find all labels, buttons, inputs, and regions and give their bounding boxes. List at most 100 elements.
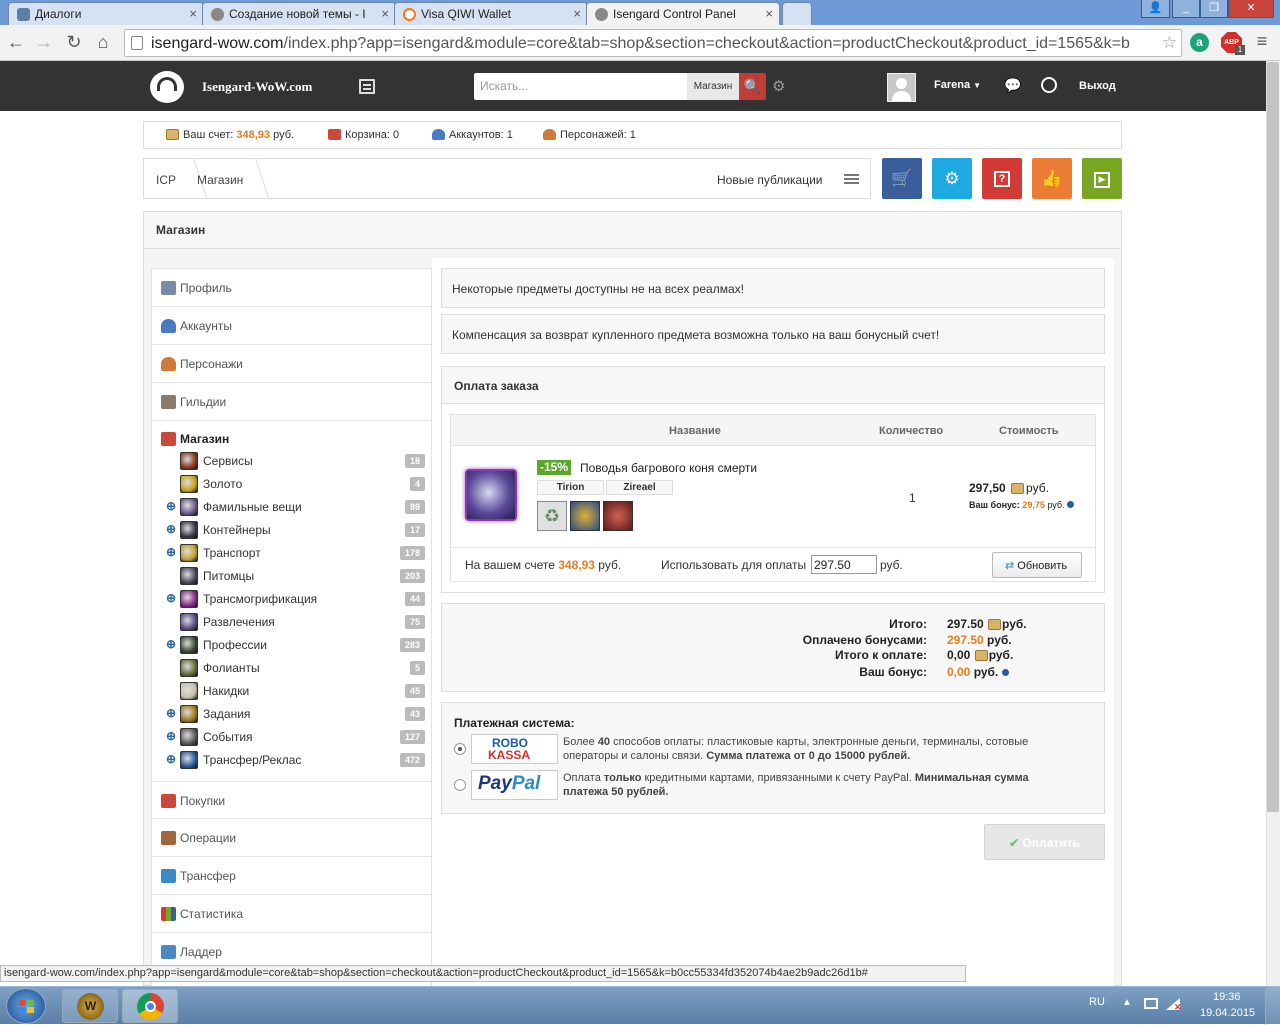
sidebar-item-purchases[interactable]: Покупки (152, 781, 431, 819)
user-icon[interactable]: 👤 (1141, 0, 1170, 18)
sidebar-item-accounts[interactable]: Аккаунты (152, 307, 431, 345)
shop-category-item[interactable]: ⊕ Транспорт 178 (152, 542, 431, 565)
maximize-button[interactable]: ❐ (1200, 0, 1228, 18)
expand-icon[interactable]: ⊕ (166, 499, 176, 513)
quick-button-like[interactable]: 👍 (1032, 158, 1072, 199)
shop-category-item[interactable]: ⊕ Контейнеры 17 (152, 519, 431, 542)
browser-tab-new-topic[interactable]: Создание новой темы - I × (202, 2, 396, 25)
sidebar-item-statistics[interactable]: Статистика (152, 895, 431, 933)
paypal-logo[interactable]: PayPal (471, 770, 558, 800)
avatar[interactable] (887, 73, 916, 102)
start-button[interactable] (6, 988, 46, 1024)
search-button[interactable]: 🔍 (739, 73, 766, 100)
list-icon[interactable] (844, 174, 859, 184)
isengard-icon (211, 8, 224, 21)
robokassa-radio[interactable] (454, 743, 466, 755)
extension-grammarly-icon[interactable]: a (1190, 33, 1209, 52)
shop-category-item[interactable]: ⊕ Профессии 283 (152, 634, 431, 657)
logout-link[interactable]: Выход (1079, 80, 1116, 92)
show-desktop-button[interactable] (1265, 987, 1280, 1025)
expand-icon[interactable]: ⊕ (166, 522, 176, 536)
sidebar-item-characters[interactable]: Персонажи (152, 345, 431, 383)
close-icon[interactable]: × (765, 6, 773, 21)
quick-button-play[interactable]: ▶ (1082, 158, 1122, 199)
forward-icon[interactable]: → (34, 32, 54, 52)
expand-icon[interactable]: ⊕ (166, 706, 176, 720)
your-bonus-label: Ваш бонус: (859, 665, 927, 679)
reload-icon[interactable]: ↻ (64, 32, 84, 52)
quick-button-help[interactable]: ? (982, 158, 1022, 199)
pay-button[interactable]: ✔ Оплатить (984, 824, 1105, 860)
use-unit: руб. (880, 558, 903, 572)
close-icon[interactable]: × (189, 6, 197, 21)
sidebar-item-transfer[interactable]: Трансфер (152, 857, 431, 895)
tray-expand-icon[interactable]: ▲ (1122, 997, 1132, 1008)
cart-info[interactable]: Корзина: 0 (328, 129, 399, 141)
expand-icon[interactable]: ⊕ (166, 545, 176, 559)
shop-category-item[interactable]: Питомцы 203 (152, 565, 431, 588)
search-options-gear-icon[interactable]: ⚙ (772, 77, 785, 95)
action-center-icon[interactable] (1144, 998, 1158, 1009)
window-close-button[interactable]: ✕ (1228, 0, 1274, 18)
language-indicator[interactable]: RU (1089, 996, 1105, 1008)
accounts-info[interactable]: Аккаунтов: 1 (432, 129, 513, 141)
new-posts-link[interactable]: Новые публикации (717, 173, 823, 187)
address-bar[interactable]: isengard-wow.com/index.php?app=isengard&… (124, 29, 1182, 57)
quick-button-cart[interactable]: 🛒 (882, 158, 922, 199)
expand-icon[interactable]: ⊕ (166, 752, 176, 766)
quick-button-settings[interactable]: ⚙ (932, 158, 972, 199)
scrollbar-thumb[interactable] (1267, 62, 1279, 812)
bookmark-star-icon[interactable]: ☆ (1162, 33, 1177, 53)
expand-icon[interactable]: ⊕ (166, 637, 176, 651)
sidebar-item-operations[interactable]: Операции (152, 819, 431, 857)
breadcrumb-item-icp[interactable]: ICP (156, 173, 176, 187)
expand-icon[interactable]: ⊕ (166, 591, 176, 605)
shop-category-item[interactable]: ⊕ Трансмогрификация 44 (152, 588, 431, 611)
search-scope-select[interactable]: Магазин (687, 73, 739, 100)
taskbar-app-chrome[interactable] (122, 989, 178, 1023)
sidebar-item-shop[interactable]: Магазин (180, 432, 229, 446)
globe-icon[interactable] (1041, 77, 1057, 93)
product-image[interactable] (465, 469, 517, 521)
home-icon[interactable]: ⌂ (93, 32, 113, 52)
back-icon[interactable]: ← (6, 32, 26, 52)
shop-category-item[interactable]: Развлечения 75 (152, 611, 431, 634)
shop-category-item[interactable]: Накидки 45 (152, 680, 431, 703)
product-name[interactable]: Поводья багрового коня смерти (580, 461, 757, 475)
shop-category-item[interactable]: ⊕ События 127 (152, 726, 431, 749)
browser-tab-qiwi[interactable]: Visa QIWI Wallet × (394, 2, 588, 25)
taskbar-app-wow[interactable]: W (62, 989, 118, 1023)
close-icon[interactable]: × (573, 6, 581, 21)
paypal-radio[interactable] (454, 779, 466, 791)
shop-category-item[interactable]: Сервисы 18 (152, 450, 431, 473)
menu-toggle-icon[interactable] (359, 79, 375, 94)
expand-icon[interactable]: ⊕ (166, 729, 176, 743)
shop-category-item[interactable]: ⊕ Фамильные вещи 89 (152, 496, 431, 519)
shop-category-item[interactable]: Золото 4 (152, 473, 431, 496)
site-name[interactable]: Isengard-WoW.com (202, 79, 312, 95)
username-menu[interactable]: Farena ▼ (934, 79, 981, 91)
breadcrumb-item-shop[interactable]: Магазин (197, 173, 243, 187)
site-logo-icon[interactable] (150, 71, 184, 103)
new-tab-button[interactable] (782, 2, 812, 25)
clock-date[interactable]: 19.04.2015 (1200, 1007, 1255, 1019)
minimize-button[interactable]: _ (1172, 0, 1200, 18)
shop-category-item[interactable]: Фолианты 5 (152, 657, 431, 680)
info-icon[interactable] (1001, 669, 1009, 676)
sidebar-item-profile[interactable]: Профиль (152, 269, 431, 307)
close-icon[interactable]: × (381, 6, 389, 21)
info-icon[interactable] (1067, 501, 1075, 508)
shop-category-item[interactable]: ⊕ Задания 43 (152, 703, 431, 726)
shop-category-item[interactable]: ⊕ Трансфер/Реклас 472 (152, 749, 431, 772)
characters-info[interactable]: Персонажей: 1 (543, 129, 636, 141)
messages-icon[interactable]: 💬 (1004, 77, 1021, 94)
search-input[interactable]: Искать... (474, 73, 688, 100)
browser-tab-isengard-cp[interactable]: Isengard Control Panel × (586, 2, 780, 25)
use-for-payment-input[interactable] (811, 555, 877, 574)
sidebar-item-guilds[interactable]: Гильдии (152, 383, 431, 421)
refresh-button[interactable]: ⇄ Обновить (992, 552, 1082, 578)
browser-tab-dialogs[interactable]: Диалоги × (8, 2, 204, 25)
clock-time[interactable]: 19:36 (1213, 991, 1241, 1003)
robokassa-logo[interactable]: ROBO KASSA (471, 734, 558, 764)
menu-icon[interactable]: ≡ (1252, 31, 1272, 51)
